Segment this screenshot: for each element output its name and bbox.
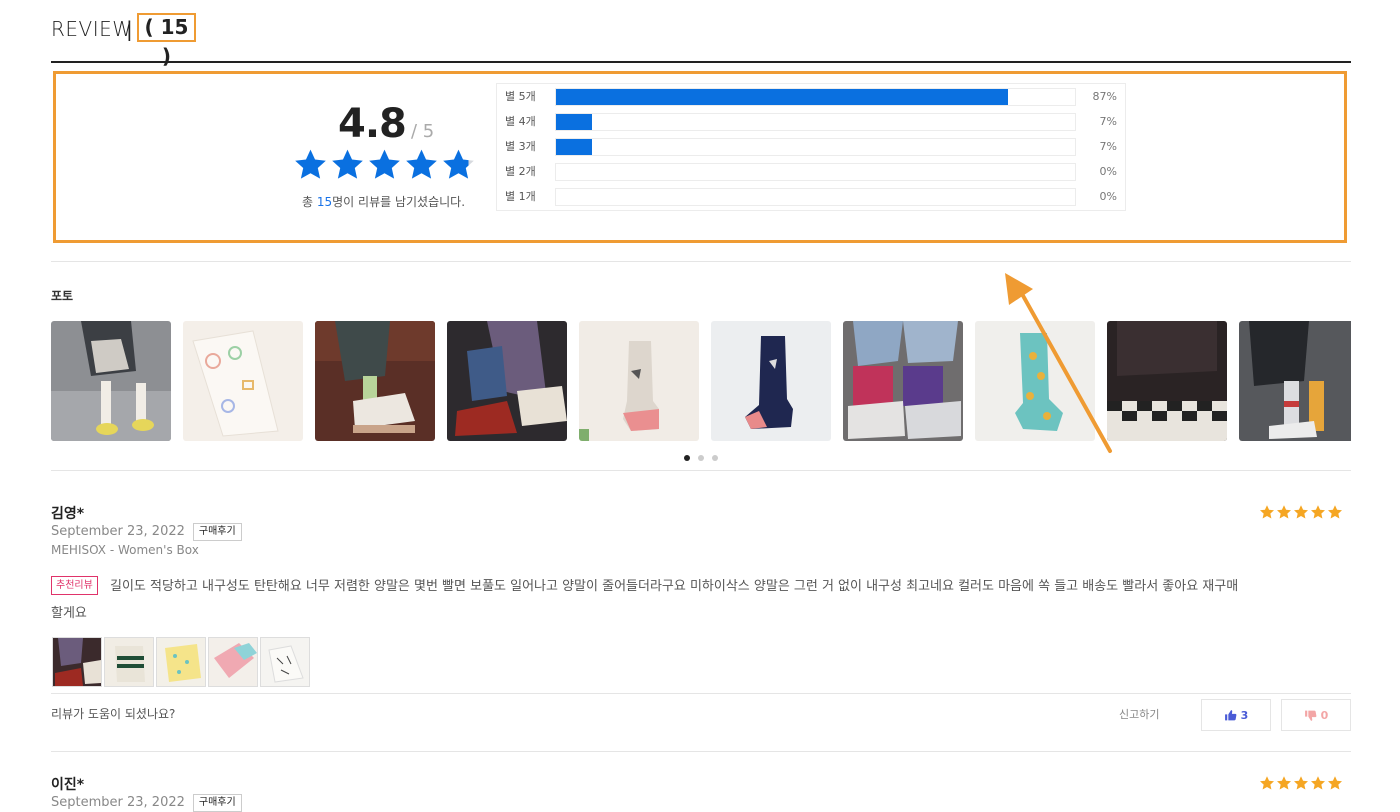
review-divider (51, 751, 1351, 752)
carousel-dot[interactable] (684, 455, 690, 461)
dislike-count: 0 (1320, 708, 1329, 722)
distribution-label: 별 5개 (505, 90, 536, 103)
star-icon (404, 147, 439, 183)
recommended-badge: 추천리뷰 (51, 576, 98, 595)
star-icon (1293, 775, 1309, 791)
distribution-row: 별 5개 87% (497, 88, 1127, 106)
star-icon (1276, 775, 1292, 791)
distribution-bar (555, 138, 1076, 156)
section-divider (51, 261, 1351, 262)
review-date: September 23, 2022 (51, 524, 185, 539)
thumbs-up-icon (1224, 709, 1237, 722)
review-rating (1259, 504, 1343, 520)
review-photo[interactable] (1107, 321, 1227, 441)
review-photo[interactable] (1239, 321, 1351, 441)
distribution-row: 별 1개 0% (497, 188, 1127, 206)
distribution-fill (556, 89, 1008, 105)
rating-distribution: 별 5개 87% 별 4개 7% 별 3개 7% 별 2개 0% 별 1개 0% (496, 83, 1126, 211)
helpful-question: 리뷰가 도움이 되셨나요? (51, 707, 176, 721)
distribution-bar (555, 163, 1076, 181)
review-thumbnail[interactable] (104, 637, 154, 687)
product-name: MEHISOX - Women's Box (51, 543, 199, 557)
reviewer-name: 김영* (51, 506, 85, 522)
star-icon (293, 147, 328, 183)
distribution-percent: 0% (1099, 165, 1117, 178)
photo-section-heading: 포토 (51, 289, 74, 303)
review-meta: September 23, 2022 구매후기 (51, 523, 242, 541)
review-thumbnail[interactable] (52, 637, 102, 687)
purchase-review-badge: 구매후기 (192, 523, 242, 541)
review-count: ( 15 ) (144, 15, 189, 68)
average-stars (293, 147, 476, 183)
star-icon (441, 147, 476, 183)
score-max: / 5 (411, 121, 435, 142)
star-icon (1259, 775, 1275, 791)
total-reviewers-text: 총 15명이 리뷰를 남기셨습니다. (302, 195, 466, 209)
carousel-dot[interactable] (712, 455, 718, 461)
review-photo[interactable] (51, 321, 171, 441)
star-icon (1310, 775, 1326, 791)
review-thumbnail[interactable] (156, 637, 206, 687)
review-photo[interactable] (183, 321, 303, 441)
review-thumbnails (52, 637, 310, 687)
review-text: 길이도 적당하고 내구성도 탄탄해요 너무 저렴한 양말은 몇번 빨면 보풀도 … (110, 579, 1239, 594)
distribution-fill (556, 114, 593, 130)
purchase-review-badge: 구매후기 (192, 794, 242, 812)
review-divider (51, 693, 1351, 694)
average-score: 4.8 (338, 101, 407, 147)
reviewer-name: 이진* (51, 777, 85, 793)
distribution-bar (555, 188, 1076, 206)
carousel-dot[interactable] (698, 455, 704, 461)
report-button[interactable]: 신고하기 (1119, 706, 1159, 724)
review-title: REVIEW (51, 17, 133, 41)
distribution-percent: 7% (1099, 140, 1117, 153)
review-photo[interactable] (447, 321, 567, 441)
star-icon (330, 147, 365, 183)
star-icon (1310, 504, 1326, 520)
star-icon (1293, 504, 1309, 520)
like-count: 3 (1240, 708, 1249, 722)
distribution-row: 별 4개 7% (497, 113, 1127, 131)
total-reviewers-count: 15 (316, 195, 333, 209)
section-divider (51, 470, 1351, 471)
helpful-dislike-button[interactable]: 0 (1281, 699, 1351, 731)
header-divider (51, 61, 1351, 63)
review-photo[interactable] (843, 321, 963, 441)
helpful-like-button[interactable]: 3 (1201, 699, 1271, 731)
review-photo[interactable] (579, 321, 699, 441)
distribution-label: 별 3개 (505, 140, 536, 153)
distribution-fill (556, 139, 593, 155)
star-icon (1259, 504, 1275, 520)
review-thumbnail[interactable] (208, 637, 258, 687)
carousel-pagination[interactable] (684, 455, 718, 461)
review-text-continued: 할게요 (51, 606, 87, 621)
distribution-label: 별 2개 (505, 165, 536, 178)
title-separator: | (126, 17, 133, 41)
review-photo[interactable] (711, 321, 831, 441)
annotation-arrow (1005, 273, 1112, 453)
distribution-percent: 7% (1099, 115, 1117, 128)
distribution-label: 별 4개 (505, 115, 536, 128)
review-date: September 23, 2022 (51, 795, 185, 810)
star-icon (367, 147, 402, 183)
star-icon (1276, 504, 1292, 520)
distribution-percent: 0% (1099, 190, 1117, 203)
distribution-bar (555, 113, 1076, 131)
distribution-row: 별 2개 0% (497, 163, 1127, 181)
star-icon (1327, 775, 1343, 791)
star-icon (1327, 504, 1343, 520)
photo-carousel[interactable] (51, 321, 1351, 441)
distribution-label: 별 1개 (505, 190, 536, 203)
distribution-row: 별 3개 7% (497, 138, 1127, 156)
thumbs-down-icon (1304, 709, 1317, 722)
distribution-percent: 87% (1092, 90, 1117, 103)
review-thumbnail[interactable] (260, 637, 310, 687)
review-meta: September 23, 2022 구매후기 (51, 794, 242, 812)
review-rating (1259, 775, 1343, 791)
distribution-bar (555, 88, 1076, 106)
review-photo[interactable] (315, 321, 435, 441)
